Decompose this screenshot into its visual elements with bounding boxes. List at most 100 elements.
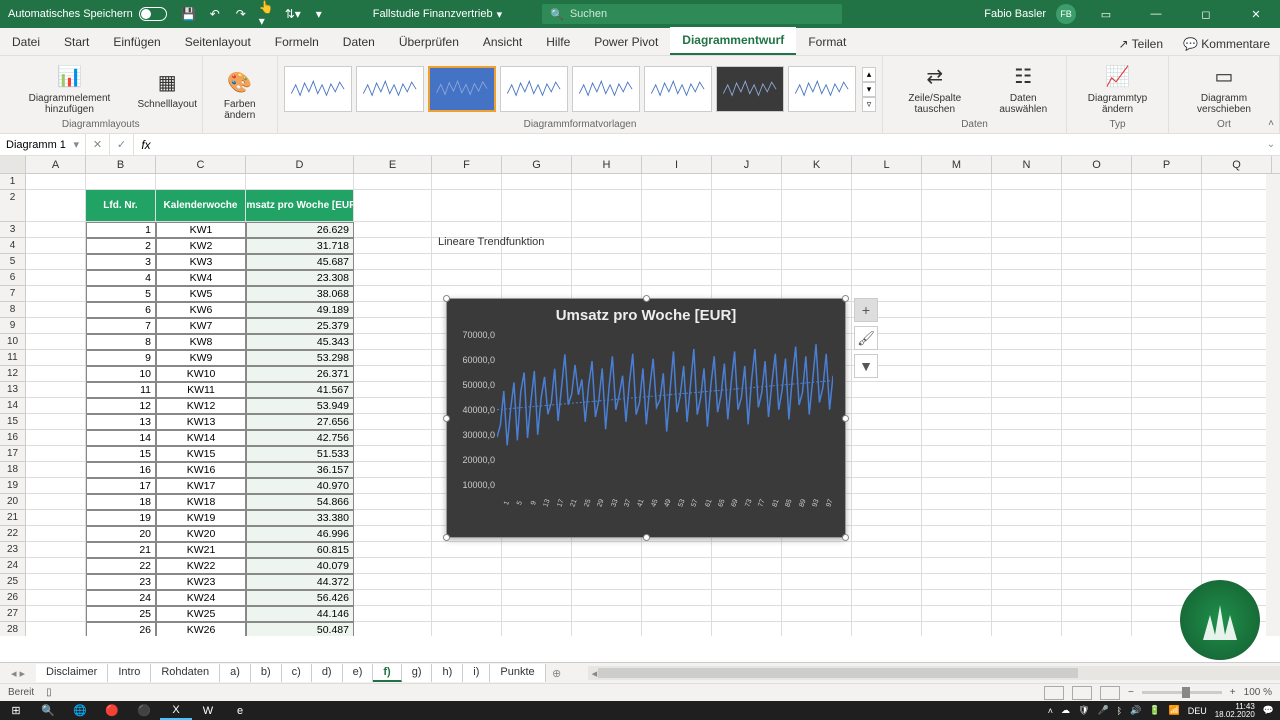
cell[interactable] bbox=[1062, 286, 1132, 302]
cell[interactable] bbox=[26, 478, 86, 494]
cell[interactable] bbox=[26, 622, 86, 636]
cell[interactable] bbox=[1202, 222, 1272, 238]
document-title[interactable]: Fallstudie Finanzvertrieb▾ bbox=[373, 8, 502, 21]
cell[interactable]: 25 bbox=[86, 606, 156, 622]
cell[interactable]: 23.308 bbox=[246, 270, 354, 286]
cell[interactable]: KW21 bbox=[156, 542, 246, 558]
cell[interactable] bbox=[26, 558, 86, 574]
volume-icon[interactable]: 🔊 bbox=[1130, 705, 1141, 716]
row-header-2[interactable]: 2 bbox=[0, 190, 25, 222]
cell[interactable] bbox=[354, 286, 432, 302]
cell[interactable]: 40.079 bbox=[246, 558, 354, 574]
maximize-button[interactable]: ◻ bbox=[1186, 0, 1226, 28]
cell[interactable] bbox=[502, 606, 572, 622]
cell[interactable] bbox=[992, 414, 1062, 430]
row-header-18[interactable]: 18 bbox=[0, 462, 25, 478]
redo-icon[interactable]: ↷ bbox=[233, 6, 249, 22]
row-header-12[interactable]: 12 bbox=[0, 366, 25, 382]
cell[interactable] bbox=[992, 190, 1062, 222]
cell[interactable] bbox=[26, 398, 86, 414]
row-header-16[interactable]: 16 bbox=[0, 430, 25, 446]
cell[interactable] bbox=[354, 558, 432, 574]
cell[interactable] bbox=[1062, 526, 1132, 542]
cell[interactable] bbox=[922, 542, 992, 558]
sheet-tab-e)[interactable]: e) bbox=[343, 664, 374, 682]
cell[interactable]: Umsatz pro Woche [EUR] bbox=[246, 190, 354, 222]
cell[interactable] bbox=[156, 174, 246, 190]
cell[interactable] bbox=[432, 270, 502, 286]
cell[interactable] bbox=[782, 222, 852, 238]
cell[interactable] bbox=[1202, 398, 1272, 414]
cell[interactable] bbox=[1062, 334, 1132, 350]
search-input[interactable] bbox=[570, 8, 834, 20]
quick-layout-button[interactable]: ▦Schnelllayout bbox=[139, 69, 196, 110]
row-header-22[interactable]: 22 bbox=[0, 526, 25, 542]
cell[interactable] bbox=[1132, 446, 1202, 462]
toggle-switch[interactable] bbox=[139, 7, 167, 21]
cell[interactable] bbox=[642, 590, 712, 606]
cell[interactable]: 26 bbox=[86, 622, 156, 636]
cell[interactable] bbox=[1202, 510, 1272, 526]
cell[interactable]: 5 bbox=[86, 286, 156, 302]
col-header-M[interactable]: M bbox=[922, 156, 992, 173]
cell[interactable] bbox=[922, 478, 992, 494]
cell[interactable]: 24 bbox=[86, 590, 156, 606]
row-header-24[interactable]: 24 bbox=[0, 558, 25, 574]
cell[interactable]: KW14 bbox=[156, 430, 246, 446]
cell[interactable] bbox=[922, 558, 992, 574]
cell[interactable] bbox=[1132, 526, 1202, 542]
col-header-N[interactable]: N bbox=[992, 156, 1062, 173]
cell[interactable] bbox=[1132, 350, 1202, 366]
search-taskbar-icon[interactable]: 🔍 bbox=[32, 701, 64, 720]
cell[interactable] bbox=[1202, 350, 1272, 366]
cell[interactable] bbox=[992, 478, 1062, 494]
cell[interactable] bbox=[26, 350, 86, 366]
mic-icon[interactable]: 🎤 bbox=[1097, 705, 1108, 716]
trend-label-cell[interactable]: Lineare Trendfunktion bbox=[438, 236, 544, 248]
cell[interactable] bbox=[992, 574, 1062, 590]
cell[interactable] bbox=[852, 542, 922, 558]
expand-formula-icon[interactable]: ⌄ bbox=[1262, 134, 1280, 155]
cell[interactable] bbox=[992, 286, 1062, 302]
comments-button[interactable]: 💬 Kommentare bbox=[1173, 33, 1280, 55]
cell[interactable] bbox=[992, 254, 1062, 270]
sheet-tab-a)[interactable]: a) bbox=[220, 664, 251, 682]
cell[interactable] bbox=[782, 270, 852, 286]
cell[interactable] bbox=[992, 398, 1062, 414]
cell[interactable] bbox=[1202, 286, 1272, 302]
cell[interactable]: 45.687 bbox=[246, 254, 354, 270]
cell[interactable] bbox=[1202, 430, 1272, 446]
cell[interactable] bbox=[922, 350, 992, 366]
cell[interactable] bbox=[354, 222, 432, 238]
cell[interactable] bbox=[852, 398, 922, 414]
row-header-27[interactable]: 27 bbox=[0, 606, 25, 622]
cell[interactable] bbox=[1202, 190, 1272, 222]
cell[interactable]: 4 bbox=[86, 270, 156, 286]
cell[interactable] bbox=[432, 190, 502, 222]
cell[interactable]: 20 bbox=[86, 526, 156, 542]
row-header-3[interactable]: 3 bbox=[0, 222, 25, 238]
cell[interactable]: 15 bbox=[86, 446, 156, 462]
cell[interactable] bbox=[26, 334, 86, 350]
cell[interactable] bbox=[992, 510, 1062, 526]
cell[interactable] bbox=[1202, 382, 1272, 398]
cell[interactable] bbox=[1132, 318, 1202, 334]
cell[interactable] bbox=[992, 270, 1062, 286]
cell[interactable] bbox=[354, 414, 432, 430]
row-header-17[interactable]: 17 bbox=[0, 446, 25, 462]
cell[interactable]: KW10 bbox=[156, 366, 246, 382]
ribbon-tab-hilfe[interactable]: Hilfe bbox=[534, 29, 582, 55]
cell[interactable]: 10 bbox=[86, 366, 156, 382]
accept-formula-icon[interactable]: ✓ bbox=[110, 134, 134, 155]
cell[interactable]: 19 bbox=[86, 510, 156, 526]
cell[interactable] bbox=[1062, 222, 1132, 238]
cell[interactable] bbox=[712, 606, 782, 622]
col-header-B[interactable]: B bbox=[86, 156, 156, 173]
sheet-tab-Punkte[interactable]: Punkte bbox=[490, 664, 545, 682]
cell[interactable]: KW9 bbox=[156, 350, 246, 366]
cell[interactable] bbox=[992, 526, 1062, 542]
cell[interactable] bbox=[432, 574, 502, 590]
cell[interactable] bbox=[572, 542, 642, 558]
row-header-11[interactable]: 11 bbox=[0, 350, 25, 366]
chart-style-5[interactable] bbox=[572, 66, 640, 112]
